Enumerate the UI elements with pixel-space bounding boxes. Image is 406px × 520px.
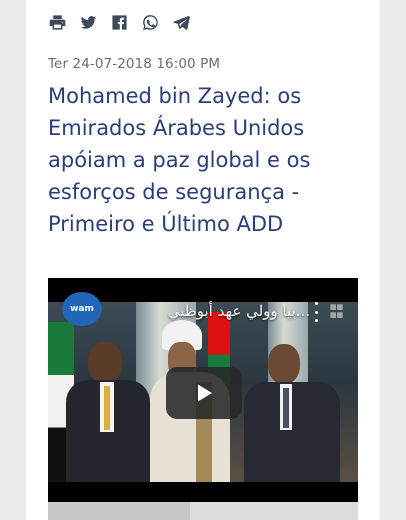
bottom-strip (48, 502, 358, 520)
video-player[interactable]: wam ...بيا وولي عهد أبوظبي ▦▦ ▦▦ (48, 278, 358, 502)
print-icon[interactable] (48, 13, 67, 32)
channel-logo-text: wam (70, 303, 94, 314)
article-headline[interactable]: Mohamed bin Zayed: os Emirados Árabes Un… (48, 80, 373, 240)
whatsapp-icon[interactable] (141, 13, 160, 32)
play-icon (198, 384, 212, 402)
article-card: Ter 24-07-2018 16:00 PM Mohamed bin Zaye… (26, 0, 380, 520)
article-date: Ter 24-07-2018 16:00 PM (48, 56, 221, 72)
wam-watermark-icon: ▦▦ ▦▦ (330, 303, 344, 319)
twitter-icon[interactable] (79, 13, 98, 32)
telegram-icon[interactable] (172, 13, 191, 32)
facebook-icon[interactable] (110, 13, 129, 32)
play-button[interactable] (166, 367, 242, 419)
video-title[interactable]: ...بيا وولي عهد أبوظبي (110, 302, 310, 320)
share-bar (48, 10, 191, 34)
video-menu-icon[interactable] (312, 302, 320, 322)
channel-logo[interactable]: wam (62, 292, 102, 326)
